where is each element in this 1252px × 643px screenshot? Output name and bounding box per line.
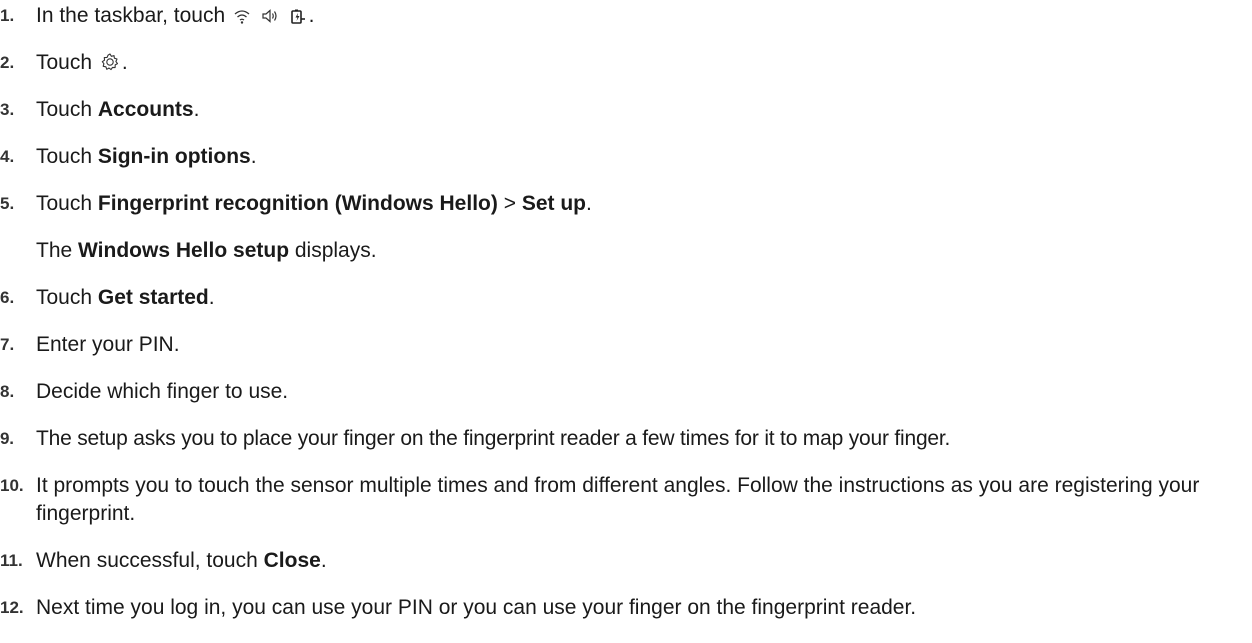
step-text: Touch (36, 98, 93, 121)
battery-icon (290, 9, 305, 24)
instruction-list: 1. In the taskbar, touch . 2. Touch . 3.… (0, 0, 1252, 643)
step-number: 9. (0, 429, 14, 448)
step-text: Touch (36, 51, 93, 74)
step-text-end: . (193, 98, 200, 121)
step-text-end: . (208, 286, 215, 309)
step-8: 8. Decide which finger to use. (0, 378, 1240, 406)
ui-term: Get started (97, 286, 209, 309)
step-text: Enter your PIN. (36, 333, 180, 356)
wifi-icon (234, 10, 250, 24)
step-number: 3. (0, 100, 15, 119)
step-number: 8. (0, 382, 15, 401)
step-2: 2. Touch . (0, 49, 1240, 77)
step-text: When successful, touch (36, 549, 258, 572)
step-number: 1. (0, 6, 15, 25)
step-1: 1. In the taskbar, touch . (0, 2, 1240, 30)
path-separator: > (503, 192, 516, 215)
step-number: 7. (0, 335, 15, 354)
step-text: In the taskbar, touch (36, 4, 226, 27)
step-9: 9. The setup asks you to place your fing… (0, 425, 1240, 453)
ui-term-2: Set up (521, 192, 586, 215)
step-12: 12. Next time you log in, you can use you… (0, 594, 1240, 622)
step-text: Decide which finger to use. (36, 380, 289, 403)
step-text-end: . (320, 549, 327, 572)
ui-term: Accounts (97, 98, 194, 121)
step-text: The setup asks you to place your finger … (36, 427, 951, 450)
speaker-icon (262, 9, 277, 23)
step-number: 4. (0, 147, 15, 166)
step-10: 10. It prompts you to touch the sensor m… (0, 472, 1220, 528)
step-text: Touch (36, 286, 93, 309)
ui-term: Sign-in options (97, 145, 251, 168)
ui-term: Windows Hello setup (78, 239, 290, 262)
step-number: 11. (0, 551, 23, 570)
step-text-end: . (121, 51, 128, 74)
step-text: It prompts you to touch the sensor multi… (36, 474, 1200, 525)
step-number: 6. (0, 288, 15, 307)
step-5: 5. Touch Fingerprint recognition (Window… (0, 190, 1240, 218)
note-text: The (36, 239, 73, 262)
step-11: 11. When successful, touch Close. (0, 547, 1240, 575)
step-3: 3. Touch Accounts. (0, 96, 1240, 124)
note-text-end: displays. (294, 239, 377, 262)
step-6: 6. Touch Get started. (0, 284, 1240, 312)
step-text-end: . (250, 145, 257, 168)
step-text: Touch (36, 192, 93, 215)
step-text: Touch (36, 145, 93, 168)
step-number: 10. (0, 476, 24, 495)
step-4: 4. Touch Sign-in options. (0, 143, 1240, 171)
gear-icon (101, 53, 118, 71)
step-number: 5. (0, 194, 15, 213)
ui-term: Close (263, 549, 321, 572)
step-7: 7. Enter your PIN. (0, 331, 1240, 359)
step-text-end: . (585, 192, 592, 215)
step-number: 2. (0, 53, 15, 72)
step-text: Next time you log in, you can use your P… (36, 596, 917, 619)
step-5-note: The Windows Hello setup displays. (36, 237, 377, 265)
step-text-end: . (308, 4, 315, 27)
step-number: 12. (0, 598, 24, 617)
ui-term: Fingerprint recognition (Windows Hello) (97, 192, 498, 215)
